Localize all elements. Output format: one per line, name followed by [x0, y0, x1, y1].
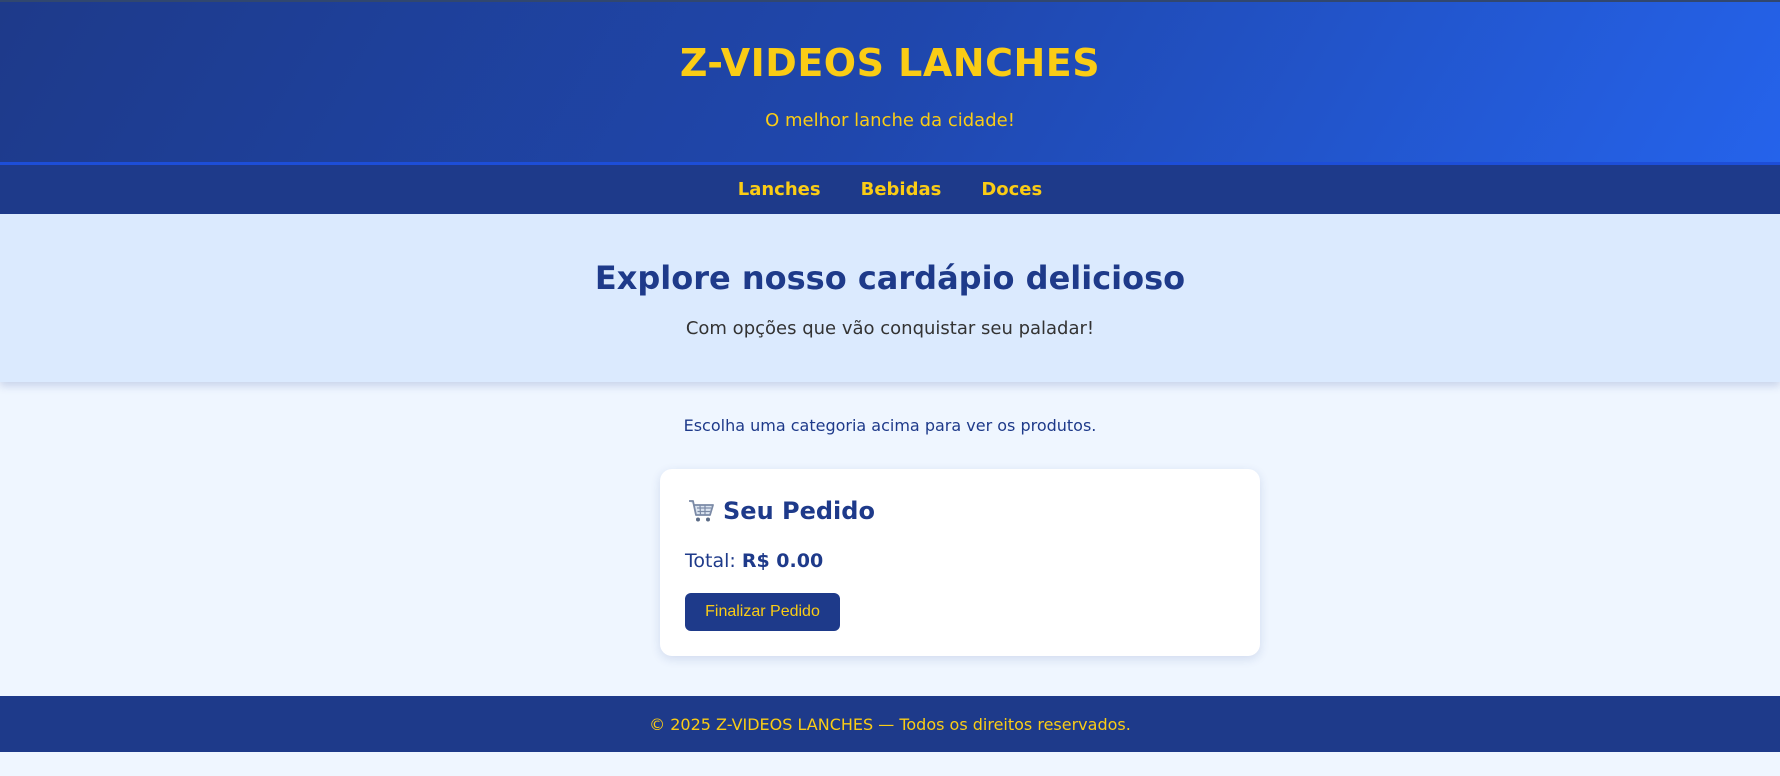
- order-total: Total: R$ 0.00: [685, 550, 823, 572]
- nav-link-lanches[interactable]: Lanches: [738, 179, 821, 200]
- site-header: Z-VIDEOS LANCHES O melhor lanche da cida…: [0, 0, 1780, 165]
- category-nav: Lanches Bebidas Doces: [0, 165, 1780, 214]
- hero-subtitle: Com opções que vão conquistar seu palada…: [685, 318, 1095, 339]
- order-title: Seu Pedido: [723, 497, 875, 525]
- order-total-label: Total:: [685, 550, 742, 572]
- hero-title: Explore nosso cardápio delicioso: [594, 259, 1186, 297]
- category-hint: Escolha uma categoria acima para ver os …: [683, 416, 1097, 435]
- site-tagline: O melhor lanche da cidade!: [765, 110, 1015, 131]
- order-card: Seu Pedido Total: R$ 0.00 Finalizar Pedi…: [660, 469, 1260, 656]
- order-total-value: R$ 0.00: [741, 550, 824, 572]
- finalize-order-button[interactable]: Finalizar Pedido: [685, 593, 840, 631]
- nav-link-doces[interactable]: Doces: [981, 179, 1042, 200]
- footer-text: © 2025 Z-VIDEOS LANCHES — Todos os direi…: [649, 714, 1131, 734]
- shopping-cart-icon: [687, 498, 715, 524]
- hero-banner: Explore nosso cardápio delicioso Com opç…: [0, 214, 1780, 382]
- nav-link-bebidas[interactable]: Bebidas: [861, 179, 942, 200]
- site-footer: © 2025 Z-VIDEOS LANCHES — Todos os direi…: [0, 696, 1780, 752]
- order-heading: Seu Pedido: [687, 497, 875, 525]
- site-title: Z-VIDEOS LANCHES: [679, 41, 1101, 85]
